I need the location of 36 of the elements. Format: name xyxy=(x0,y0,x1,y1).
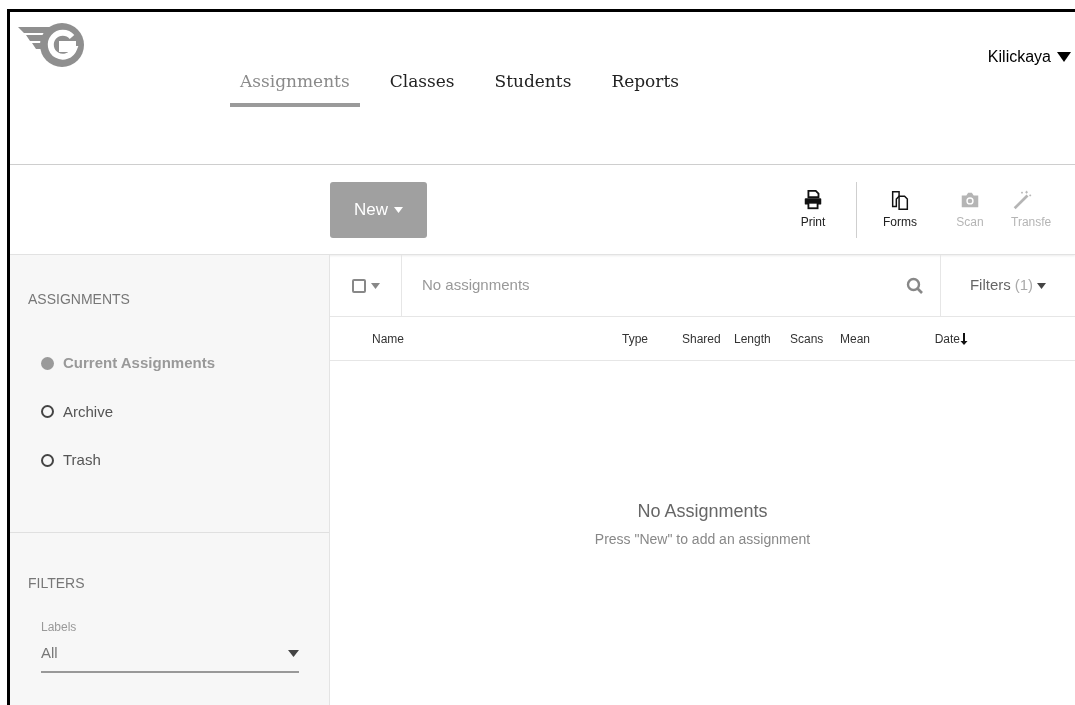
search-icon xyxy=(906,276,924,295)
magic-wand-icon xyxy=(1011,188,1033,211)
empty-title: No Assignments xyxy=(637,500,768,523)
column-header[interactable]: Name xyxy=(372,329,404,348)
caret-icon xyxy=(1057,52,1071,62)
caret-icon xyxy=(394,206,403,213)
user-menu[interactable]: Kilickaya xyxy=(987,45,1071,69)
section-heading: FILTERS xyxy=(28,574,85,593)
column-header[interactable]: Length xyxy=(734,329,771,348)
sidebar-item[interactable]: Trash xyxy=(41,449,101,472)
toolbar-button[interactable]: Print xyxy=(778,188,848,231)
caret-icon xyxy=(288,649,299,657)
sort-arrow-icon xyxy=(960,332,968,345)
column-header[interactable]: Shared xyxy=(682,329,721,348)
labels-dropdown[interactable]: All xyxy=(41,642,299,673)
pages-icon xyxy=(889,188,911,211)
column-header[interactable]: Date xyxy=(934,329,968,348)
nav-tab[interactable]: Classes xyxy=(379,69,465,107)
column-header[interactable]: Scans xyxy=(790,329,824,348)
select-all-checkbox[interactable] xyxy=(351,278,366,293)
toolbar-button[interactable]: Forms xyxy=(865,188,935,231)
caret-icon xyxy=(1037,282,1047,289)
filter-count: (1) xyxy=(1014,275,1034,296)
printer-icon xyxy=(802,188,824,211)
column-header[interactable]: Type xyxy=(622,329,648,348)
sidebar-item[interactable]: Archive xyxy=(41,400,114,423)
filters-button[interactable]: Filters (1) xyxy=(940,255,1075,316)
caret-icon xyxy=(370,282,380,289)
nav-tab[interactable]: Assignments xyxy=(230,69,360,107)
nav-tab[interactable]: Reports xyxy=(601,69,690,107)
field-label: Labels xyxy=(41,619,77,636)
search-field[interactable]: No assignments xyxy=(422,274,906,297)
column-header[interactable]: Mean xyxy=(840,329,871,348)
empty-hint: Press "New" to add an assignment xyxy=(594,530,811,549)
nav-tab[interactable]: Students xyxy=(484,69,582,107)
section-heading: ASSIGNMENTS xyxy=(28,290,130,309)
